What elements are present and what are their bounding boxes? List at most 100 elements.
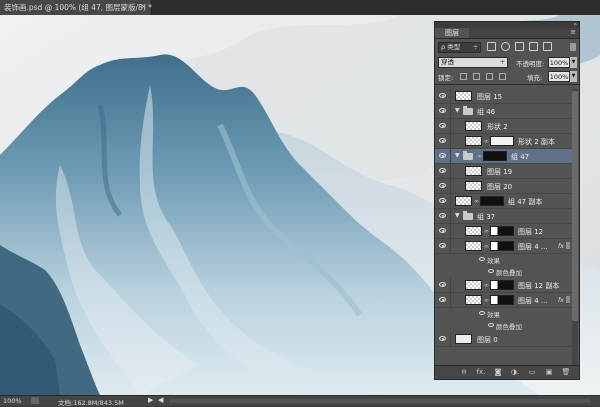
eye-icon[interactable] <box>439 138 446 143</box>
layer-name[interactable]: 图层 19 <box>487 167 512 177</box>
new-layer-icon[interactable]: ▣ <box>542 368 556 377</box>
blend-mode-select[interactable]: 穿透 ÷ <box>438 57 508 68</box>
eye-icon[interactable] <box>488 269 494 273</box>
link-icon[interactable]: ∞ <box>484 138 489 145</box>
layer-mask-thumbnail[interactable] <box>490 295 514 305</box>
layer-thumbnail[interactable] <box>455 196 472 206</box>
layer-thumbnail[interactable] <box>455 334 472 344</box>
collapse-panel-icon[interactable]: » <box>573 21 577 28</box>
eye-icon[interactable] <box>479 311 485 315</box>
adjustment-filter-icon[interactable] <box>501 42 510 51</box>
new-group-icon[interactable]: ▭ <box>525 368 539 377</box>
lock-pixels-icon[interactable] <box>473 73 480 80</box>
document-tab[interactable]: 装饰画.psd @ 100% (组 47, 图层蒙版/8) * × <box>0 0 152 15</box>
layer-row[interactable]: ∞ 图层 4 ... fx <box>435 239 573 254</box>
fx-icon[interactable]: fx <box>558 242 564 250</box>
layer-row[interactable]: ∞ 形状 2 副本 <box>435 134 573 149</box>
lock-position-icon[interactable] <box>486 73 493 80</box>
expand-effects-icon[interactable] <box>566 296 570 303</box>
eye-icon[interactable] <box>439 108 446 113</box>
layer-name[interactable]: 组 46 <box>477 107 495 117</box>
layer-thumbnail[interactable] <box>465 241 482 251</box>
fx-icon[interactable]: fx <box>558 296 564 304</box>
panel-menu-icon[interactable]: ≡ <box>570 28 576 36</box>
eye-icon[interactable] <box>439 198 446 203</box>
layer-name[interactable]: 图层 12 <box>518 227 543 237</box>
horizontal-scrollbar[interactable] <box>170 399 590 403</box>
effect-item-row[interactable]: 颜色叠加 <box>435 266 573 278</box>
eye-icon[interactable] <box>488 323 494 327</box>
link-icon[interactable]: ∞ <box>474 198 479 205</box>
layer-mask-thumbnail[interactable] <box>483 151 507 161</box>
filter-toggle-switch[interactable] <box>570 43 576 51</box>
layer-row[interactable]: 图层 15 <box>435 89 573 104</box>
layer-name[interactable]: 图层 20 <box>487 182 512 192</box>
layer-name[interactable]: 组 37 <box>477 212 495 222</box>
layer-thumbnail[interactable] <box>465 280 482 290</box>
layer-list-scrollbar[interactable] <box>572 89 578 366</box>
fill-slider-button[interactable]: ▼ <box>570 71 577 82</box>
layer-name[interactable]: 组 47 副本 <box>508 197 542 207</box>
chevron-down-icon[interactable]: ▼ <box>455 107 460 114</box>
eye-icon[interactable] <box>439 213 446 218</box>
layer-name[interactable]: 图层 4 ... <box>518 296 548 306</box>
layer-row[interactable]: ∞ 图层 4 ... fx <box>435 293 573 308</box>
eye-icon[interactable] <box>439 153 446 158</box>
layer-name[interactable]: 组 47 <box>511 152 529 162</box>
image-filter-icon[interactable] <box>487 42 496 51</box>
shape-filter-icon[interactable] <box>529 42 538 51</box>
layer-name[interactable]: 图层 4 ... <box>518 242 548 252</box>
eye-icon[interactable] <box>439 93 446 98</box>
layer-row[interactable]: 图层 0 <box>435 332 573 347</box>
layer-thumbnail[interactable] <box>465 181 482 191</box>
layer-name[interactable]: 图层 15 <box>477 92 502 102</box>
layer-mask-thumbnail[interactable] <box>490 136 514 146</box>
layer-name[interactable]: 形状 2 副本 <box>518 137 555 147</box>
layer-thumbnail[interactable] <box>465 295 482 305</box>
link-icon[interactable]: ∞ <box>484 243 489 250</box>
zoom-level[interactable]: 100% <box>3 397 22 405</box>
layer-row[interactable]: 图层 19 <box>435 164 573 179</box>
layer-row[interactable]: ∞ 图层 12 <box>435 224 573 239</box>
opacity-input[interactable]: 100% <box>548 57 570 68</box>
layer-name[interactable]: 形状 2 <box>487 122 508 132</box>
layer-group-row[interactable]: ▼ 组 46 <box>435 104 573 119</box>
layer-name[interactable]: 图层 12 副本 <box>518 281 559 291</box>
expand-effects-icon[interactable] <box>566 242 570 249</box>
scroll-thumb[interactable] <box>572 91 578 321</box>
close-icon[interactable]: × <box>140 2 147 11</box>
link-icon[interactable]: ∞ <box>484 282 489 289</box>
layer-group-row[interactable]: ▼ ∞ 组 47 <box>435 149 573 164</box>
fill-input[interactable]: 100% <box>548 71 570 82</box>
eye-icon[interactable] <box>479 257 485 261</box>
effect-item-row[interactable]: 颜色叠加 <box>435 320 573 332</box>
layer-mask-thumbnail[interactable] <box>490 226 514 236</box>
layer-mask-thumbnail[interactable] <box>490 241 514 251</box>
filter-kind-select[interactable]: ρ 类型 ÷ <box>438 42 481 53</box>
layer-row[interactable]: ∞ 组 47 副本 <box>435 194 573 209</box>
text-filter-icon[interactable] <box>515 42 524 51</box>
layer-group-row[interactable]: ▼ 组 37 <box>435 209 573 224</box>
chevron-down-icon[interactable]: ▼ <box>455 212 460 219</box>
opacity-slider-button[interactable]: ▼ <box>570 57 577 68</box>
layer-thumbnail[interactable] <box>455 91 472 101</box>
eye-icon[interactable] <box>439 168 446 173</box>
layer-row[interactable]: 图层 20 <box>435 179 573 194</box>
lock-all-icon[interactable] <box>499 73 506 80</box>
layer-style-icon[interactable]: fx. <box>474 368 488 377</box>
layer-thumbnail[interactable] <box>465 226 482 236</box>
layer-mask-thumbnail[interactable] <box>480 196 504 206</box>
link-icon[interactable]: ∞ <box>484 228 489 235</box>
adjustment-layer-icon[interactable]: ◑. <box>508 368 522 377</box>
layer-thumbnail[interactable] <box>465 166 482 176</box>
eye-icon[interactable] <box>439 297 446 302</box>
eye-icon[interactable] <box>439 183 446 188</box>
eye-icon[interactable] <box>439 228 446 233</box>
tab-layers[interactable]: 图层 <box>435 28 469 38</box>
eye-icon[interactable] <box>439 123 446 128</box>
doc-info-icon[interactable] <box>31 397 39 404</box>
chevron-down-icon[interactable]: ▼ <box>455 152 460 159</box>
eye-icon[interactable] <box>439 282 446 287</box>
layer-mask-thumbnail[interactable] <box>490 280 514 290</box>
layer-row[interactable]: ∞ 图层 12 副本 <box>435 278 573 293</box>
